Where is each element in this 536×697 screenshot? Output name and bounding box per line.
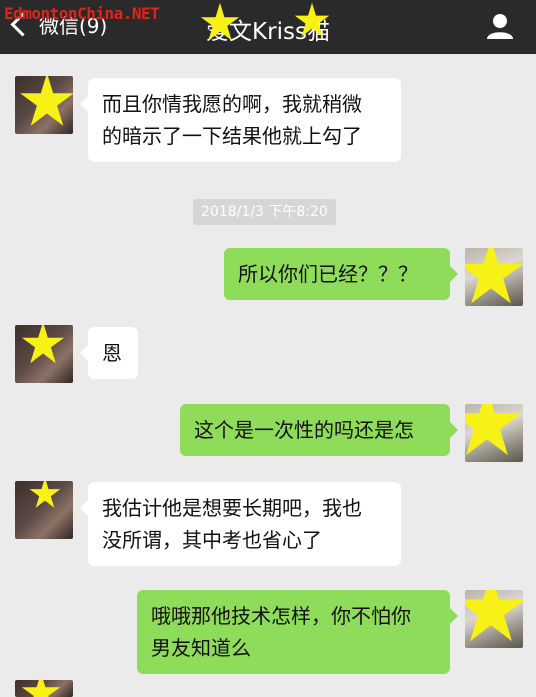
my-avatar[interactable] xyxy=(465,248,523,306)
message-text-line: 没所谓，其中考也省心了 xyxy=(102,528,322,552)
censor-star-icon xyxy=(29,481,61,508)
message-bubble-incoming[interactable]: 恩 xyxy=(80,327,138,379)
censor-star-icon xyxy=(200,2,240,41)
message-text-line: 哦哦那他技术怎样，你不怕你 xyxy=(151,604,411,628)
censor-star-icon xyxy=(465,590,523,642)
message-bubble-outgoing[interactable]: 这个是一次性的吗还是怎 xyxy=(180,404,458,456)
message-text-line: 我估计他是想要长期吧，我也 xyxy=(102,496,362,520)
message-text-line: 恩 xyxy=(102,341,122,365)
contact-avatar[interactable] xyxy=(15,76,73,134)
message-bubble-incoming[interactable]: 我估计他是想要长期吧，我也 没所谓，其中考也省心了 xyxy=(80,482,401,566)
message-text-line: 而且你情我愿的啊，我就稍微 xyxy=(102,92,362,116)
navigation-bar: 微信(9) 爱文Kriss猫 EdmontonChina.NET xyxy=(0,0,536,54)
contact-avatar[interactable] xyxy=(15,325,73,383)
my-avatar[interactable] xyxy=(465,590,523,648)
message-text-line: 男友知道么 xyxy=(151,636,251,660)
message-bubble-outgoing[interactable]: 所以你们已经？？？ xyxy=(224,248,458,300)
my-avatar[interactable] xyxy=(465,404,523,462)
contact-avatar[interactable] xyxy=(15,680,73,697)
censor-star-icon xyxy=(294,2,330,37)
timestamp-divider: 2018/1/3 下午8:20 xyxy=(193,199,336,225)
watermark: EdmontonChina.NET xyxy=(4,4,160,23)
message-text-line: 所以你们已经？？？ xyxy=(238,262,418,286)
message-bubble-outgoing[interactable]: 哦哦那他技术怎样，你不怕你 男友知道么 xyxy=(137,590,458,674)
censor-star-icon xyxy=(21,680,61,697)
censor-star-icon xyxy=(21,325,65,364)
censor-star-icon xyxy=(465,404,522,456)
censor-star-icon xyxy=(465,248,523,304)
message-bubble-incoming[interactable]: 而且你情我愿的啊，我就稍微 的暗示了一下结果他就上勾了 xyxy=(80,78,401,162)
message-text-line: 这个是一次性的吗还是怎 xyxy=(194,418,414,442)
message-text-line: 的暗示了一下结果他就上勾了 xyxy=(102,124,362,148)
contact-avatar[interactable] xyxy=(15,481,73,539)
censor-star-icon xyxy=(20,76,73,126)
person-icon[interactable] xyxy=(486,12,514,40)
